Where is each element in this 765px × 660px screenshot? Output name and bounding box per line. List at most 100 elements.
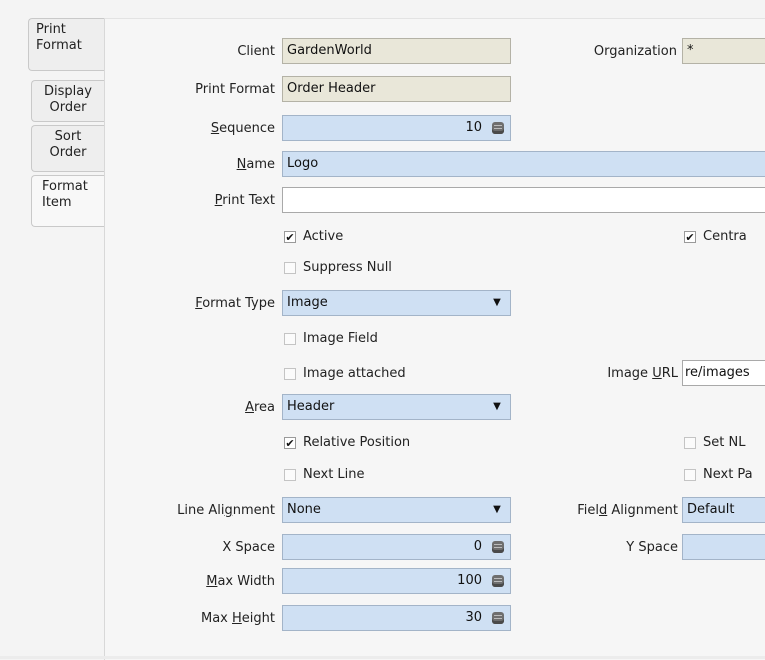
set-nl-checkbox[interactable]: Set NL	[684, 435, 745, 451]
max-height-value: 30	[465, 610, 482, 625]
checkmark-icon: ✔	[284, 230, 296, 244]
tab-label-line: Sort	[54, 129, 82, 144]
set-nl-label: Set NL	[703, 435, 746, 450]
max-width-label: Max Width	[206, 574, 275, 590]
image-attached-checkbox[interactable]: Image attached	[284, 366, 406, 382]
y-space-label: Y Space	[626, 540, 678, 555]
max-height-label-rest: eight	[241, 611, 275, 626]
print-text-field[interactable]	[282, 187, 765, 213]
field-alignment-select[interactable]: Default	[682, 497, 765, 523]
max-height-field[interactable]: 30	[282, 605, 511, 631]
line-alignment-label-mnemonic: g	[224, 503, 233, 518]
field-alignment-label: Field Alignment	[577, 503, 678, 519]
number-spinner-icon[interactable]	[492, 575, 504, 587]
tab-label-line: Order	[49, 145, 87, 160]
number-spinner-icon[interactable]	[492, 541, 504, 553]
checkbox-unchecked-icon	[284, 368, 296, 380]
image-url-label-pre: Image	[607, 366, 653, 381]
chevron-down-icon[interactable]: ▼	[484, 498, 510, 522]
chevron-down-icon[interactable]: ▼	[484, 395, 510, 419]
format-type-label: Format Type	[195, 296, 275, 312]
max-height-label: Max Height	[201, 611, 275, 627]
area-label-rest: rea	[253, 400, 275, 415]
tab-label-line: Format	[42, 179, 88, 194]
area-label-mnemonic: A	[245, 400, 254, 415]
line-alignment-label: Line Alignment	[177, 503, 275, 519]
line-alignment-label-pre: Line Ali	[177, 503, 225, 518]
organization-label: Organization	[593, 44, 677, 59]
sequence-label: Sequence	[211, 121, 275, 137]
max-width-value: 100	[457, 573, 482, 588]
active-checkbox[interactable]: ✔ Active	[284, 229, 343, 245]
y-space-field[interactable]	[682, 534, 765, 560]
organization-field[interactable]: *	[682, 38, 765, 64]
checkbox-unchecked-icon	[284, 333, 296, 345]
active-checkbox-label: Active	[303, 229, 344, 244]
checkbox-unchecked-icon	[684, 469, 696, 481]
format-type-label-rest: ormat Type	[202, 296, 275, 311]
image-url-label: Image URL	[607, 366, 678, 382]
print-text-label: Print Text	[215, 193, 275, 209]
tab-sort-order[interactable]: Sort Order	[31, 125, 104, 172]
name-label-rest: ame	[246, 157, 275, 172]
print-text-label-rest: rint Text	[222, 193, 275, 208]
field-alignment-label-pre: Fiel	[577, 503, 599, 518]
max-height-label-mnemonic: H	[232, 611, 242, 626]
format-type-value: Image	[287, 295, 328, 310]
print-format-label: Print Format	[195, 82, 275, 97]
tab-label-line: Order	[49, 100, 87, 115]
central-checkbox-label: Centra	[703, 229, 747, 244]
max-width-label-mnemonic: M	[206, 574, 218, 589]
image-field-checkbox[interactable]: Image Field	[284, 331, 378, 347]
client-field[interactable]: GardenWorld	[282, 38, 511, 64]
tab-format-item[interactable]: Format Item	[31, 175, 104, 227]
sequence-label-mnemonic: S	[210, 121, 220, 136]
area-value: Header	[287, 399, 335, 414]
area-label: Area	[245, 400, 275, 416]
line-alignment-select[interactable]: None ▼	[282, 497, 511, 523]
relative-position-checkbox[interactable]: ✔ Relative Position	[284, 435, 410, 451]
checkbox-unchecked-icon	[684, 437, 696, 449]
next-page-checkbox[interactable]: Next Pa	[684, 467, 753, 483]
field-alignment-label-mnemonic: d	[598, 503, 608, 518]
name-field[interactable]: Logo	[282, 151, 765, 177]
x-space-field[interactable]: 0	[282, 534, 511, 560]
print-format-field[interactable]: Order Header	[282, 76, 511, 102]
field-alignment-label-rest: Alignment	[607, 503, 678, 518]
client-label: Client	[237, 44, 275, 59]
checkmark-icon: ✔	[284, 436, 296, 450]
image-url-label-rest: RL	[661, 366, 678, 381]
image-url-label-mnemonic: U	[652, 366, 662, 381]
image-url-field[interactable]: re/images	[682, 360, 765, 386]
checkbox-unchecked-icon	[284, 469, 296, 481]
suppress-null-checkbox[interactable]: Suppress Null	[284, 260, 392, 276]
max-width-field[interactable]: 100	[282, 568, 511, 594]
tab-label-line: Display	[44, 84, 92, 99]
tab-display-order[interactable]: Display Order	[31, 80, 104, 122]
relative-position-label: Relative Position	[303, 435, 411, 450]
area-select[interactable]: Header ▼	[282, 394, 511, 420]
tab-label-line: Print	[36, 22, 66, 37]
name-label-mnemonic: N	[236, 157, 247, 172]
line-alignment-label-rest: nment	[232, 503, 275, 518]
tab-print-format[interactable]: Print Format	[28, 18, 105, 71]
next-line-checkbox[interactable]: Next Line	[284, 467, 365, 483]
number-spinner-icon[interactable]	[492, 612, 504, 624]
central-checkbox[interactable]: ✔ Centra	[684, 229, 747, 245]
x-space-value: 0	[473, 539, 482, 554]
checkmark-icon: ✔	[684, 230, 696, 244]
checkbox-unchecked-icon	[284, 262, 296, 274]
format-type-select[interactable]: Image ▼	[282, 290, 511, 316]
line-alignment-value: None	[287, 502, 321, 517]
suppress-null-label: Suppress Null	[303, 260, 392, 275]
number-spinner-icon[interactable]	[492, 122, 504, 134]
next-page-label: Next Pa	[703, 467, 753, 482]
sequence-field[interactable]: 10	[282, 115, 511, 141]
x-space-label: X Space	[222, 540, 275, 555]
chevron-down-icon[interactable]: ▼	[484, 291, 510, 315]
max-width-label-rest: ax Width	[217, 574, 275, 589]
max-height-label-pre: Max	[201, 611, 233, 626]
sequence-value: 10	[465, 120, 482, 135]
tab-label-line: Format	[36, 38, 82, 53]
sequence-label-rest: equence	[219, 121, 275, 136]
